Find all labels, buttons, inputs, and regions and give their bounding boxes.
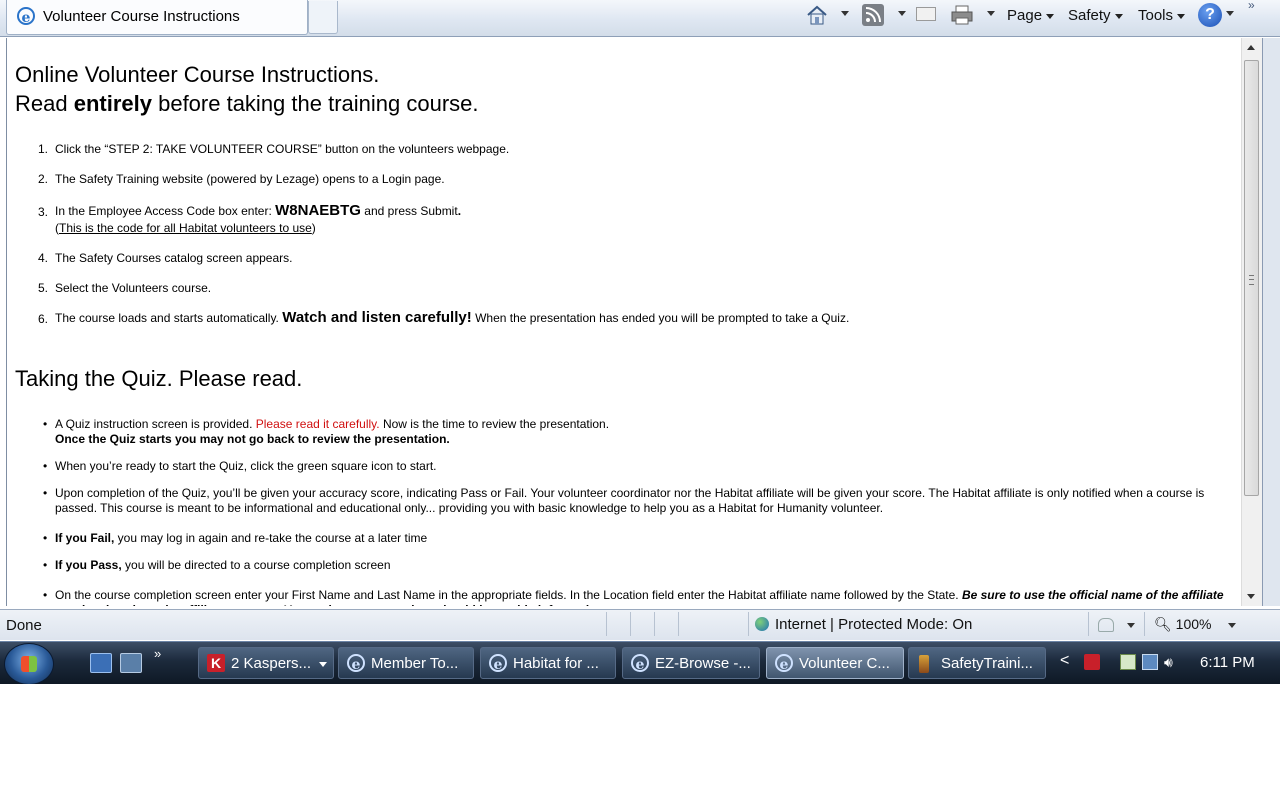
access-code: W8NAEBTG xyxy=(275,202,361,219)
more-commands-icon[interactable]: » xyxy=(1248,0,1255,12)
kaspersky-tray-icon[interactable] xyxy=(1084,654,1100,670)
bullet-dot: • xyxy=(43,558,48,572)
feeds-dropdown-icon[interactable] xyxy=(898,11,906,16)
power-icon[interactable] xyxy=(1120,654,1136,670)
status-divider xyxy=(748,612,749,636)
page-subtitle: Read entirely before taking the training… xyxy=(15,91,479,116)
app-icon xyxy=(919,655,929,673)
page-title: Online Volunteer Course Instructions. xyxy=(15,62,380,87)
taskbar-button-volunteer-course[interactable]: e Volunteer C... xyxy=(766,647,904,679)
new-tab-button[interactable] xyxy=(308,1,338,34)
step-number: 2. xyxy=(37,172,48,186)
status-text: Done xyxy=(6,617,42,634)
step-number: 5. xyxy=(37,281,48,295)
start-button[interactable] xyxy=(4,643,54,685)
step-3-note: (This is the code for all Habitat volunt… xyxy=(55,221,316,235)
status-divider xyxy=(1088,612,1089,636)
ie-icon: e xyxy=(347,654,365,673)
step-number: 6. xyxy=(37,312,48,326)
show-desktop-icon[interactable] xyxy=(90,653,112,673)
zoom-level[interactable]: 🔍︎ 100% xyxy=(1154,616,1211,633)
step-number: 1. xyxy=(37,142,48,156)
status-divider xyxy=(678,612,679,636)
scrollbar-thumb[interactable] xyxy=(1244,60,1259,496)
tab-title: Volunteer Course Instructions xyxy=(43,8,240,25)
switch-windows-icon[interactable] xyxy=(120,653,142,673)
bullet-dot: • xyxy=(43,588,48,602)
safety-menu[interactable]: Safety xyxy=(1068,4,1123,28)
quiz-heading: Taking the Quiz. Please read. xyxy=(15,366,303,391)
home-dropdown-icon[interactable] xyxy=(841,11,849,16)
help-icon[interactable]: ? xyxy=(1198,3,1222,27)
page-menu[interactable]: Page xyxy=(1007,4,1055,28)
status-divider xyxy=(1144,612,1145,636)
scroll-up-icon[interactable] xyxy=(1247,45,1255,50)
status-divider xyxy=(654,612,655,636)
windows-taskbar: » K 2 Kaspers... e Member To... e Habita… xyxy=(0,641,1280,685)
step-6: The course loads and starts automaticall… xyxy=(55,309,850,326)
popup-blocker-icon[interactable] xyxy=(1098,618,1114,632)
feeds-icon[interactable] xyxy=(862,4,884,26)
step-5: Select the Volunteers course. xyxy=(55,281,212,295)
group-dropdown-icon xyxy=(319,662,327,667)
volume-icon[interactable]: 🔊︎ xyxy=(1164,654,1180,670)
step-4: The Safety Courses catalog screen appear… xyxy=(55,251,293,265)
help-dropdown-icon[interactable] xyxy=(1226,11,1234,16)
taskbar-button-safety-training[interactable]: SafetyTraini... xyxy=(908,647,1046,679)
quiz-bullet-1: A Quiz instruction screen is provided. P… xyxy=(55,417,610,431)
zoom-dropdown-icon[interactable] xyxy=(1228,623,1236,628)
quiz-bullet-pass: If you Pass, you will be directed to a c… xyxy=(55,558,391,572)
taskbar-button-ez-browse[interactable]: e EZ-Browse -... xyxy=(622,647,760,679)
status-bar: Done Internet | Protected Mode: On 🔍︎ 10… xyxy=(0,609,1280,640)
tools-menu[interactable]: Tools xyxy=(1138,4,1186,28)
blank-area xyxy=(0,684,1280,800)
grip-icon xyxy=(1249,275,1254,285)
read-mail-icon[interactable] xyxy=(916,7,936,21)
popup-dropdown-icon[interactable] xyxy=(1127,623,1135,628)
taskbar-button-habitat[interactable]: e Habitat for ... xyxy=(480,647,616,679)
show-hidden-icons-icon[interactable]: < xyxy=(1060,652,1069,670)
quiz-bullet-fail: If you Fail, you may log in again and re… xyxy=(55,531,428,545)
bullet-dot: • xyxy=(43,417,48,431)
print-dropdown-icon[interactable] xyxy=(987,11,995,16)
vertical-scrollbar[interactable] xyxy=(1241,38,1262,606)
ie-icon: e xyxy=(631,654,649,673)
bullet-dot: • xyxy=(43,531,48,545)
bullet-dot: • xyxy=(43,459,48,473)
status-divider xyxy=(606,612,607,636)
browser-command-bar: e Volunteer Course Instructions Page Saf… xyxy=(0,0,1280,37)
quiz-bullet-1-warning: Once the Quiz starts you may not go back… xyxy=(55,432,450,446)
window-frame xyxy=(1262,38,1280,606)
taskbar-button-kaspersky[interactable]: K 2 Kaspers... xyxy=(198,647,334,679)
ie-icon: e xyxy=(17,7,35,26)
kaspersky-icon: K xyxy=(207,654,225,672)
globe-icon xyxy=(755,617,769,631)
step-1: Click the “STEP 2: TAKE VOLUNTEER COURSE… xyxy=(55,142,510,156)
home-icon[interactable] xyxy=(806,4,828,26)
bullet-dot: • xyxy=(43,486,48,500)
scroll-down-icon[interactable] xyxy=(1247,594,1255,599)
taskbar-button-member-tools[interactable]: e Member To... xyxy=(338,647,474,679)
magnifier-icon: 🔍︎ xyxy=(1154,616,1172,632)
page-content: Online Volunteer Course Instructions. Re… xyxy=(6,38,1241,606)
clock[interactable]: 6:11 PM xyxy=(1200,654,1255,671)
status-divider xyxy=(630,612,631,636)
security-zone[interactable]: Internet | Protected Mode: On xyxy=(755,616,972,633)
ie-icon: e xyxy=(775,654,793,673)
quiz-bullet-2: When you’re ready to start the Quiz, cli… xyxy=(55,459,437,473)
step-2: The Safety Training website (powered by … xyxy=(55,172,445,186)
ie-icon: e xyxy=(489,654,507,673)
step-number: 4. xyxy=(37,251,48,265)
quiz-bullet-completion: On the course completion screen enter yo… xyxy=(55,588,1224,606)
print-icon[interactable] xyxy=(950,4,974,26)
browser-tab[interactable]: e Volunteer Course Instructions xyxy=(6,0,308,35)
step-3: In the Employee Access Code box enter: W… xyxy=(55,202,462,219)
quick-launch-more-icon[interactable]: » xyxy=(154,646,161,661)
quiz-bullet-3: Upon completion of the Quiz, you’ll be g… xyxy=(55,486,1205,515)
network-icon[interactable] xyxy=(1142,654,1158,670)
step-number: 3. xyxy=(37,205,48,219)
